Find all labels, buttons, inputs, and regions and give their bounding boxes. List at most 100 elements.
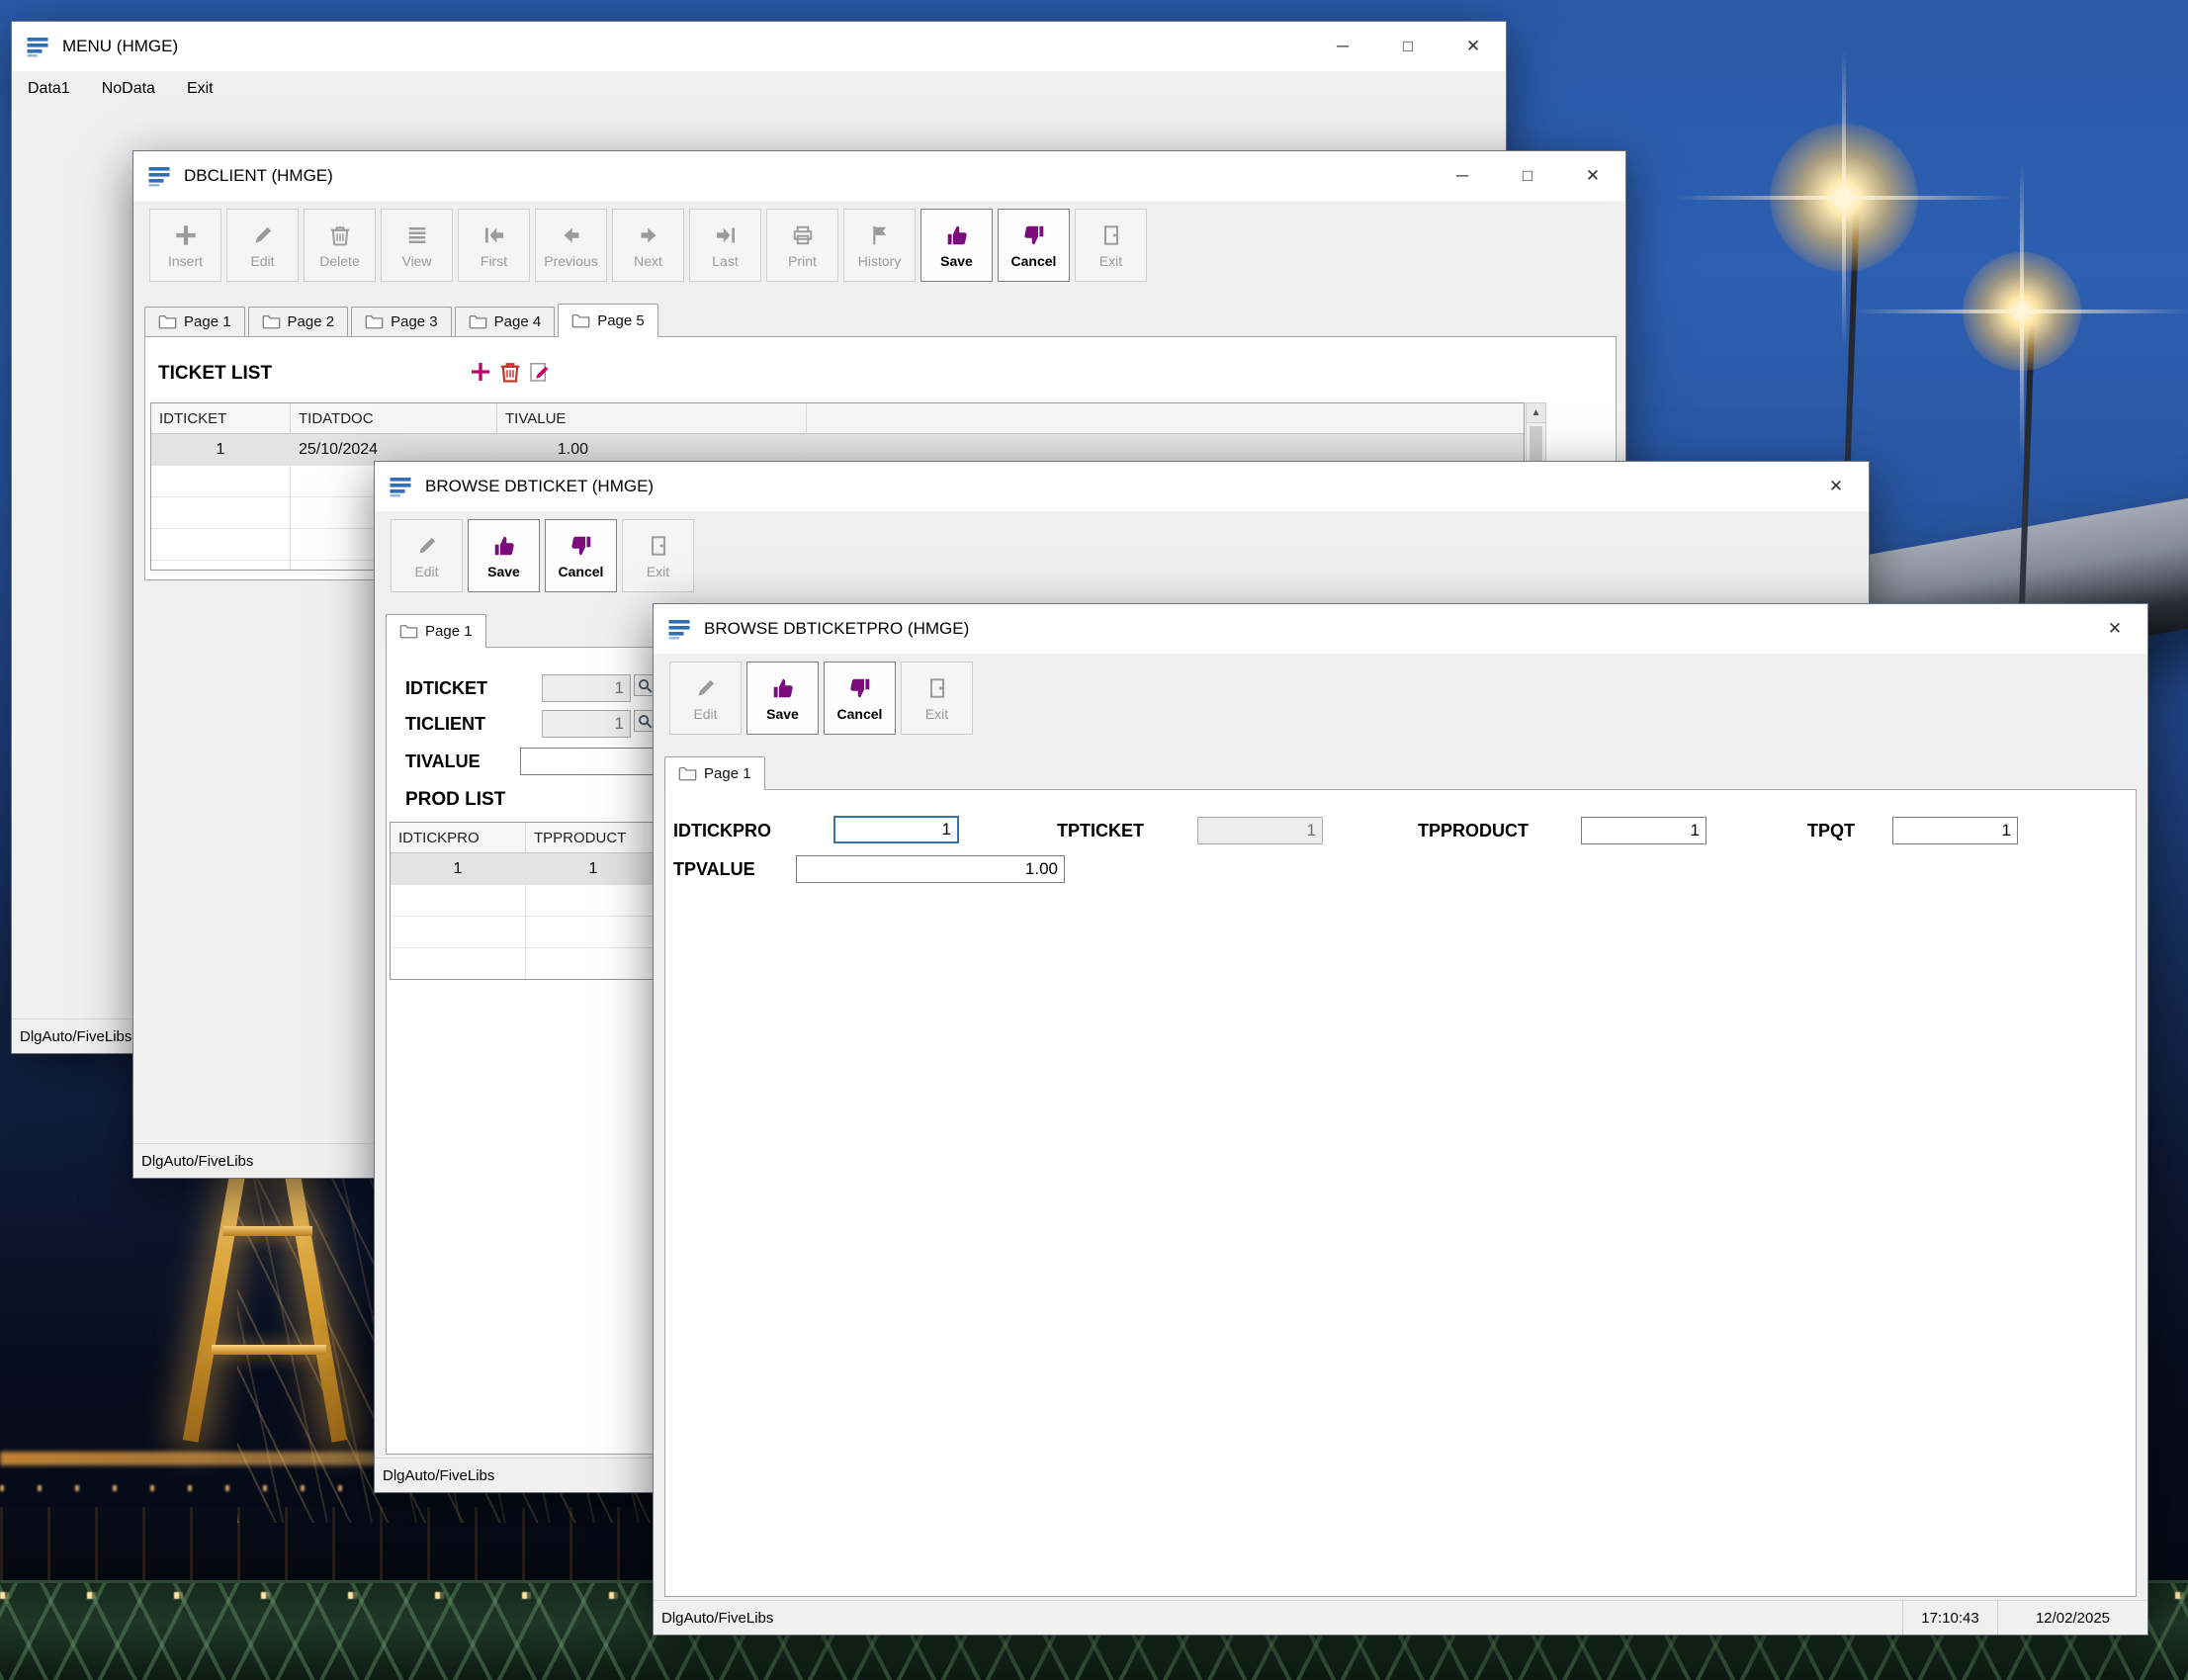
scroll-up-icon[interactable]: ▲ bbox=[1527, 403, 1545, 423]
idtickpro-field[interactable] bbox=[833, 816, 959, 843]
toolbar-button-first[interactable]: First bbox=[458, 209, 530, 282]
insert-icon bbox=[173, 222, 199, 248]
save-button[interactable]: Save bbox=[468, 519, 540, 592]
toolbar-button-label: Delete bbox=[319, 253, 359, 269]
app-icon bbox=[26, 35, 51, 58]
thumbs-up-icon bbox=[944, 222, 970, 248]
window-title: DBCLIENT (HMGE) bbox=[184, 166, 333, 186]
tab-page-3[interactable]: Page 3 bbox=[351, 307, 452, 336]
save-button[interactable]: Save bbox=[920, 209, 993, 282]
close-button[interactable]: ✕ bbox=[2082, 604, 2147, 654]
grid-column-header[interactable]: IDTICKPRO bbox=[391, 823, 526, 852]
tab-strip: Page 1 bbox=[386, 613, 489, 647]
exit-button[interactable]: Exit bbox=[1075, 209, 1147, 282]
toolbar-button-insert[interactable]: Insert bbox=[149, 209, 221, 282]
thumbs-down-icon bbox=[1021, 222, 1047, 248]
maximize-button[interactable]: □ bbox=[1495, 151, 1560, 201]
exit-button[interactable]: Exit bbox=[622, 519, 694, 592]
prod-list-title: PROD LIST bbox=[405, 789, 505, 811]
grid-header-row: IDTICKET TIDATDOC TIVALUE bbox=[151, 403, 1524, 434]
tab-page-1[interactable]: Page 1 bbox=[664, 756, 765, 790]
edit-pencil-icon bbox=[250, 222, 276, 248]
tpproduct-field[interactable] bbox=[1581, 817, 1707, 844]
grid-column-header[interactable]: TPPRODUCT bbox=[526, 823, 661, 852]
tab-label: Page 2 bbox=[288, 313, 335, 330]
toolbar-button-print[interactable]: Print bbox=[766, 209, 838, 282]
tab-label: Page 1 bbox=[184, 313, 231, 330]
edit-row-button[interactable] bbox=[527, 359, 553, 385]
list-view-icon bbox=[404, 222, 430, 248]
tab-label: Page 3 bbox=[391, 313, 438, 330]
toolbar-button-label: Save bbox=[487, 564, 520, 579]
toolbar-button-label: History bbox=[858, 253, 902, 269]
cancel-button[interactable]: Cancel bbox=[545, 519, 617, 592]
field-label-tpqt: TPQT bbox=[1807, 821, 1855, 841]
minimize-button[interactable]: ─ bbox=[1430, 151, 1495, 201]
tpvalue-field[interactable] bbox=[796, 855, 1065, 883]
grid-column-header[interactable]: IDTICKET bbox=[151, 403, 291, 433]
window-title: BROWSE DBTICKETPRO (HMGE) bbox=[704, 619, 969, 639]
toolbar-button-label: Save bbox=[766, 706, 799, 722]
ticlient-field[interactable] bbox=[542, 710, 631, 738]
statusbar-text: DlgAuto/FiveLibs bbox=[654, 1610, 1902, 1627]
toolbar-button-delete[interactable]: Delete bbox=[304, 209, 376, 282]
folder-icon bbox=[365, 314, 384, 329]
tpqt-field[interactable] bbox=[1892, 817, 2018, 844]
menu-item-data1[interactable]: Data1 bbox=[12, 71, 86, 107]
tab-page-1[interactable]: Page 1 bbox=[386, 614, 486, 648]
maximize-button[interactable]: □ bbox=[1375, 22, 1441, 71]
statusbar-time: 17:10:43 bbox=[1902, 1601, 1997, 1635]
toolbar-button-last[interactable]: Last bbox=[689, 209, 761, 282]
history-flag-icon bbox=[867, 222, 893, 248]
statusbar: DlgAuto/FiveLibs 17:10:43 12/02/2025 bbox=[654, 1600, 2147, 1635]
table-row[interactable]: 1 1 bbox=[391, 853, 662, 885]
toolbar-button-next[interactable]: Next bbox=[612, 209, 684, 282]
wallpaper-bridge-pylon bbox=[212, 1345, 326, 1355]
cancel-button[interactable]: Cancel bbox=[998, 209, 1070, 282]
edit-pencil-icon bbox=[528, 360, 552, 384]
grid-cell: 1 bbox=[151, 434, 291, 465]
thumbs-up-icon bbox=[770, 675, 796, 701]
field-label-tpvalue: TPVALUE bbox=[673, 859, 755, 880]
folder-icon bbox=[571, 313, 590, 328]
minimize-button[interactable]: ─ bbox=[1310, 22, 1375, 71]
toolbar-button-edit[interactable]: Edit bbox=[226, 209, 299, 282]
menu-item-exit[interactable]: Exit bbox=[171, 71, 229, 107]
tpticket-field[interactable] bbox=[1197, 817, 1323, 844]
wallpaper-streetlight bbox=[1770, 124, 1918, 272]
thumbs-down-icon bbox=[847, 675, 873, 701]
delete-row-button[interactable] bbox=[497, 359, 523, 385]
save-button[interactable]: Save bbox=[746, 662, 819, 735]
toolbar-button-edit[interactable]: Edit bbox=[669, 662, 742, 735]
cancel-button[interactable]: Cancel bbox=[824, 662, 896, 735]
toolbar-button-view[interactable]: View bbox=[381, 209, 453, 282]
titlebar[interactable]: DBCLIENT (HMGE) ─ □ ✕ bbox=[133, 151, 1625, 201]
tab-page-2[interactable]: Page 2 bbox=[248, 307, 349, 336]
menu-item-nodata[interactable]: NoData bbox=[86, 71, 171, 107]
search-icon bbox=[637, 713, 654, 730]
titlebar[interactable]: BROWSE DBTICKETPRO (HMGE) ✕ bbox=[654, 604, 2147, 654]
titlebar[interactable]: MENU (HMGE) ─ □ ✕ bbox=[12, 22, 1506, 71]
wallpaper-bridge-pylon bbox=[223, 1226, 312, 1236]
toolbar-button-history[interactable]: History bbox=[843, 209, 916, 282]
idticket-field[interactable] bbox=[542, 674, 631, 702]
toolbar-button-label: Previous bbox=[544, 253, 597, 269]
close-button[interactable]: ✕ bbox=[1560, 151, 1625, 201]
add-row-button[interactable] bbox=[468, 359, 493, 385]
grid-column-header[interactable]: TIVALUE bbox=[497, 403, 807, 433]
folder-icon bbox=[158, 314, 177, 329]
toolbar-button-label: Cancel bbox=[1011, 253, 1057, 269]
toolbar-button-previous[interactable]: Previous bbox=[535, 209, 607, 282]
window-title: BROWSE DBTICKET (HMGE) bbox=[425, 477, 654, 496]
grid-column-header[interactable]: TIDATDOC bbox=[291, 403, 497, 433]
toolbar-button-edit[interactable]: Edit bbox=[391, 519, 463, 592]
exit-button[interactable]: Exit bbox=[901, 662, 973, 735]
tab-page-5[interactable]: Page 5 bbox=[558, 304, 658, 337]
tab-page-4[interactable]: Page 4 bbox=[455, 307, 556, 336]
trash-icon bbox=[327, 222, 353, 248]
tab-page-1[interactable]: Page 1 bbox=[144, 307, 245, 336]
ticket-list-title: TICKET LIST bbox=[158, 363, 272, 385]
close-button[interactable]: ✕ bbox=[1803, 462, 1869, 511]
titlebar[interactable]: BROWSE DBTICKET (HMGE) ✕ bbox=[375, 462, 1869, 511]
close-button[interactable]: ✕ bbox=[1441, 22, 1506, 71]
